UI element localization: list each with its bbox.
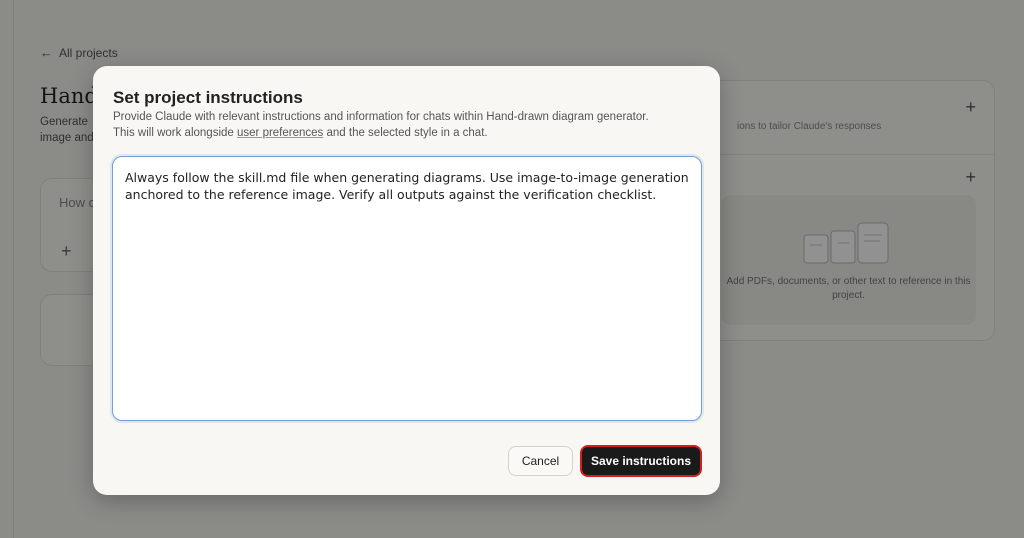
user-preferences-link[interactable]: user preferences — [237, 127, 323, 139]
set-instructions-dialog: Set project instructions Provide Claude … — [93, 66, 720, 495]
dialog-description-text-end: and the selected style in a chat. — [323, 127, 488, 139]
instructions-textarea[interactable]: Always follow the skill.md file when gen… — [112, 156, 702, 421]
dialog-title: Set project instructions — [113, 88, 303, 107]
dialog-description: Provide Claude with relevant instruction… — [113, 109, 673, 141]
save-instructions-button[interactable]: Save instructions — [580, 445, 702, 477]
cancel-button[interactable]: Cancel — [508, 446, 573, 476]
